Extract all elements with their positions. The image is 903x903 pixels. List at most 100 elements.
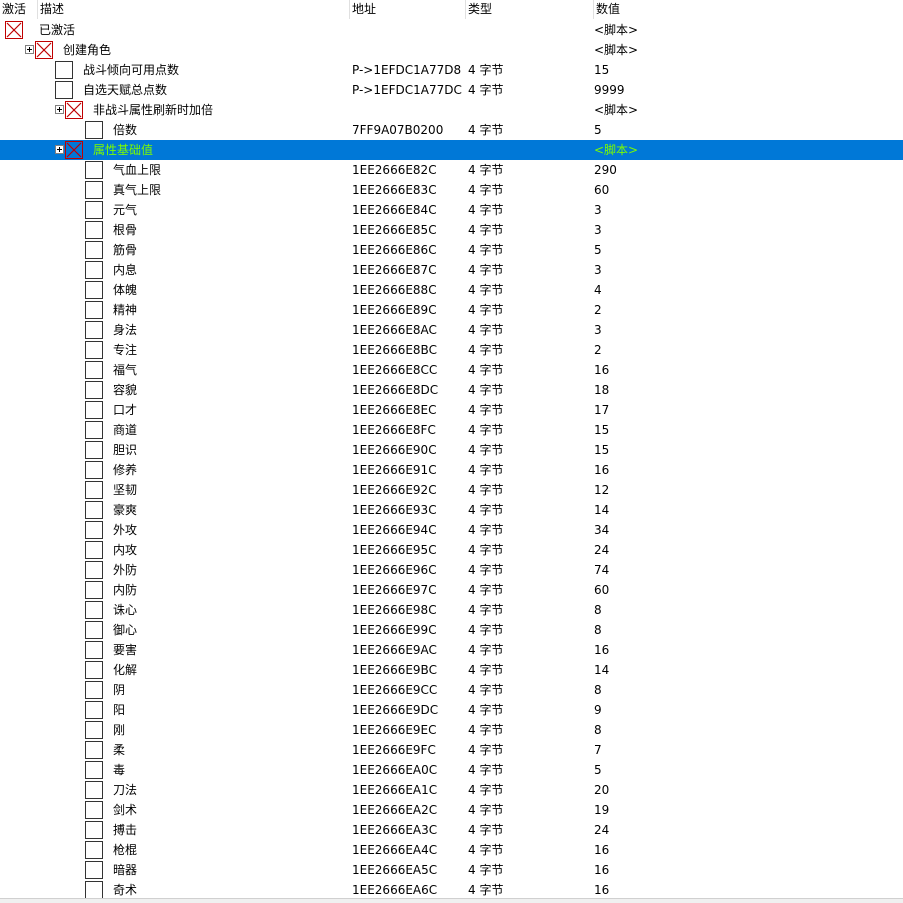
- row-value[interactable]: 17: [594, 400, 609, 420]
- table-row[interactable]: 战斗倾向可用点数 P->1EFDC1A77D8 4 字节 15: [0, 60, 903, 80]
- table-row[interactable]: 外攻 1EE2666E94C 4 字节 34: [0, 520, 903, 540]
- table-row[interactable]: 气血上限 1EE2666E82C 4 字节 290: [0, 160, 903, 180]
- row-value[interactable]: 16: [594, 460, 609, 480]
- table-row[interactable]: 倍数 7FF9A07B0200 4 字节 5: [0, 120, 903, 140]
- row-value[interactable]: 15: [594, 420, 609, 440]
- table-row[interactable]: 容貌 1EE2666E8DC 4 字节 18: [0, 380, 903, 400]
- table-row[interactable]: 元气 1EE2666E84C 4 字节 3: [0, 200, 903, 220]
- table-row[interactable]: 胆识 1EE2666E90C 4 字节 15: [0, 440, 903, 460]
- table-row[interactable]: 非战斗属性刷新时加倍 <脚本>: [0, 100, 903, 120]
- active-checkbox[interactable]: [85, 461, 103, 479]
- table-row[interactable]: 创建角色 <脚本>: [0, 40, 903, 60]
- row-value[interactable]: 8: [594, 680, 602, 700]
- active-checkbox[interactable]: [85, 321, 103, 339]
- active-checkbox[interactable]: [85, 301, 103, 319]
- active-checkbox-checked[interactable]: [5, 21, 23, 39]
- table-row[interactable]: 属性基础值 <脚本>: [0, 140, 903, 160]
- table-row[interactable]: 筋骨 1EE2666E86C 4 字节 5: [0, 240, 903, 260]
- active-checkbox[interactable]: [85, 821, 103, 839]
- table-row[interactable]: 专注 1EE2666E8BC 4 字节 2: [0, 340, 903, 360]
- table-row[interactable]: 搏击 1EE2666EA3C 4 字节 24: [0, 820, 903, 840]
- row-value[interactable]: 16: [594, 880, 609, 900]
- table-row[interactable]: 化解 1EE2666E9BC 4 字节 14: [0, 660, 903, 680]
- active-checkbox[interactable]: [85, 561, 103, 579]
- horizontal-scrollbar[interactable]: [0, 898, 903, 903]
- table-row[interactable]: 已激活 <脚本>: [0, 20, 903, 40]
- row-value[interactable]: 8: [594, 720, 602, 740]
- row-value[interactable]: 8: [594, 620, 602, 640]
- header-address[interactable]: 地址: [350, 0, 466, 19]
- table-row[interactable]: 阳 1EE2666E9DC 4 字节 9: [0, 700, 903, 720]
- row-value[interactable]: 19: [594, 800, 609, 820]
- active-checkbox[interactable]: [85, 481, 103, 499]
- table-row[interactable]: 豪爽 1EE2666E93C 4 字节 14: [0, 500, 903, 520]
- active-checkbox[interactable]: [85, 401, 103, 419]
- row-value[interactable]: 15: [594, 440, 609, 460]
- row-value[interactable]: <脚本>: [594, 140, 638, 160]
- row-value[interactable]: 3: [594, 220, 602, 240]
- row-value[interactable]: 5: [594, 760, 602, 780]
- row-value[interactable]: 16: [594, 840, 609, 860]
- table-row[interactable]: 枪棍 1EE2666EA4C 4 字节 16: [0, 840, 903, 860]
- row-value[interactable]: 3: [594, 200, 602, 220]
- table-row[interactable]: 自选天赋总点数 P->1EFDC1A77DC 4 字节 9999: [0, 80, 903, 100]
- row-value[interactable]: 14: [594, 660, 609, 680]
- row-value[interactable]: 5: [594, 240, 602, 260]
- expand-toggle-icon[interactable]: [25, 45, 34, 54]
- active-checkbox[interactable]: [85, 261, 103, 279]
- row-value[interactable]: 5: [594, 120, 602, 140]
- row-value[interactable]: 9: [594, 700, 602, 720]
- row-value[interactable]: 3: [594, 260, 602, 280]
- table-row[interactable]: 坚韧 1EE2666E92C 4 字节 12: [0, 480, 903, 500]
- active-checkbox[interactable]: [85, 661, 103, 679]
- active-checkbox[interactable]: [55, 81, 73, 99]
- active-checkbox[interactable]: [85, 281, 103, 299]
- table-row[interactable]: 御心 1EE2666E99C 4 字节 8: [0, 620, 903, 640]
- table-row[interactable]: 奇术 1EE2666EA6C 4 字节 16: [0, 880, 903, 900]
- table-row[interactable]: 商道 1EE2666E8FC 4 字节 15: [0, 420, 903, 440]
- active-checkbox[interactable]: [85, 341, 103, 359]
- active-checkbox[interactable]: [85, 181, 103, 199]
- header-value[interactable]: 数值: [594, 0, 903, 19]
- row-value[interactable]: 290: [594, 160, 617, 180]
- row-value[interactable]: 16: [594, 640, 609, 660]
- active-checkbox[interactable]: [85, 201, 103, 219]
- table-row[interactable]: 要害 1EE2666E9AC 4 字节 16: [0, 640, 903, 660]
- active-checkbox[interactable]: [85, 361, 103, 379]
- row-value[interactable]: 24: [594, 820, 609, 840]
- active-checkbox[interactable]: [85, 781, 103, 799]
- active-checkbox[interactable]: [85, 881, 103, 899]
- active-checkbox[interactable]: [55, 61, 73, 79]
- table-row[interactable]: 柔 1EE2666E9FC 4 字节 7: [0, 740, 903, 760]
- active-checkbox[interactable]: [85, 161, 103, 179]
- row-value[interactable]: 20: [594, 780, 609, 800]
- active-checkbox[interactable]: [85, 421, 103, 439]
- active-checkbox[interactable]: [85, 521, 103, 539]
- table-row[interactable]: 口才 1EE2666E8EC 4 字节 17: [0, 400, 903, 420]
- table-row[interactable]: 真气上限 1EE2666E83C 4 字节 60: [0, 180, 903, 200]
- table-row[interactable]: 刀法 1EE2666EA1C 4 字节 20: [0, 780, 903, 800]
- row-value[interactable]: 8: [594, 600, 602, 620]
- active-checkbox[interactable]: [85, 621, 103, 639]
- table-row[interactable]: 诛心 1EE2666E98C 4 字节 8: [0, 600, 903, 620]
- table-row[interactable]: 体魄 1EE2666E88C 4 字节 4: [0, 280, 903, 300]
- active-checkbox[interactable]: [85, 681, 103, 699]
- active-checkbox[interactable]: [85, 761, 103, 779]
- row-value[interactable]: 7: [594, 740, 602, 760]
- row-value[interactable]: 24: [594, 540, 609, 560]
- table-row[interactable]: 身法 1EE2666E8AC 4 字节 3: [0, 320, 903, 340]
- row-value[interactable]: <脚本>: [594, 100, 638, 120]
- active-checkbox[interactable]: [85, 721, 103, 739]
- active-checkbox[interactable]: [85, 441, 103, 459]
- active-checkbox[interactable]: [85, 861, 103, 879]
- table-row[interactable]: 内息 1EE2666E87C 4 字节 3: [0, 260, 903, 280]
- table-row[interactable]: 根骨 1EE2666E85C 4 字节 3: [0, 220, 903, 240]
- header-type[interactable]: 类型: [466, 0, 594, 19]
- header-active[interactable]: 激活: [0, 0, 38, 19]
- table-row[interactable]: 内防 1EE2666E97C 4 字节 60: [0, 580, 903, 600]
- table-row[interactable]: 内攻 1EE2666E95C 4 字节 24: [0, 540, 903, 560]
- active-checkbox[interactable]: [85, 501, 103, 519]
- active-checkbox[interactable]: [85, 641, 103, 659]
- active-checkbox[interactable]: [85, 841, 103, 859]
- row-value[interactable]: 2: [594, 340, 602, 360]
